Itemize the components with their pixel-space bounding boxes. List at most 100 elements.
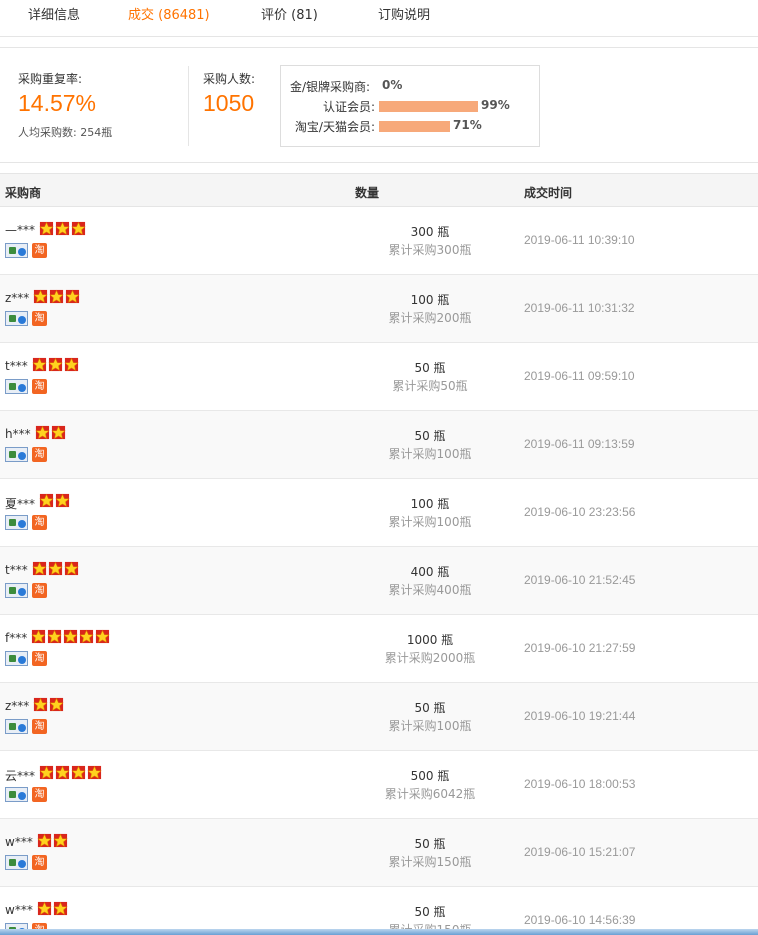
taobao-badge-icon[interactable]: 淘: [32, 583, 47, 598]
taobao-badge-icon[interactable]: 淘: [32, 719, 47, 734]
taobao-badge-icon[interactable]: 淘: [32, 379, 47, 394]
avg-purchase: 人均采购数: 254瓶: [18, 126, 113, 139]
buyer-name[interactable]: 夏***: [5, 495, 35, 512]
window-bottom-bar: [0, 929, 758, 935]
verified-id-icon[interactable]: [5, 311, 28, 326]
member-bar: [379, 101, 478, 112]
member-bar: [379, 121, 450, 132]
member-label: 淘宝/天猫会员:: [294, 120, 375, 134]
transaction-time: 2019-06-11 10:39:10: [524, 233, 635, 247]
member-label: 认证会员:: [322, 100, 375, 114]
cumulative-quantity: 累计采购6042瓶: [384, 787, 476, 801]
repeat-rate-value: 14.57%: [18, 90, 97, 116]
buyer-name[interactable]: z***: [5, 699, 29, 713]
buyer-rating: [39, 493, 70, 508]
tab-reviews[interactable]: 评价 (81): [261, 4, 318, 23]
buyer-name[interactable]: z***: [5, 291, 29, 305]
verified-id-icon[interactable]: [5, 447, 28, 462]
buyer-name[interactable]: t***: [5, 359, 28, 373]
star-icon: [49, 697, 64, 712]
verified-id-icon[interactable]: [5, 787, 28, 802]
star-icon: [47, 629, 62, 644]
taobao-badge-icon[interactable]: 淘: [32, 311, 47, 326]
quantity: 300 瓶: [410, 225, 450, 239]
repeat-rate-label: 采购重复率:: [18, 72, 83, 86]
buyer-badges: 淘: [5, 515, 47, 530]
star-icon: [37, 833, 52, 848]
star-icon: [55, 221, 70, 236]
buyer-name[interactable]: h***: [5, 427, 31, 441]
header-qty: 数量: [355, 186, 380, 200]
star-icon: [39, 221, 54, 236]
buyer-name[interactable]: 云***: [5, 767, 35, 784]
verified-id-icon[interactable]: [5, 515, 28, 530]
table-row: w***淘50 瓶累计采购150瓶2019-06-10 14:56:39: [0, 887, 758, 929]
verified-id-icon[interactable]: [5, 379, 28, 394]
member-pct: 71%: [453, 118, 482, 132]
table-row: f*** 淘 1000 瓶累计采购2000瓶 2019-06-10 21:27:59: [0, 615, 758, 683]
taobao-badge-icon[interactable]: 淘: [32, 515, 47, 530]
star-icon: [33, 289, 48, 304]
table-row: —*** 淘 300 瓶累计采购300瓶 2019-06-11 10:39:10: [0, 207, 758, 275]
member-pct: 99%: [481, 98, 510, 112]
buyer-name[interactable]: w***: [5, 835, 33, 849]
quantity: 100 瓶: [410, 497, 450, 511]
quantity: 50 瓶: [414, 905, 446, 919]
buyer-name[interactable]: —***: [5, 223, 35, 237]
star-icon: [63, 629, 78, 644]
quantity: 400 瓶: [410, 565, 450, 579]
verified-id-icon[interactable]: [5, 583, 28, 598]
taobao-badge-icon[interactable]: 淘: [32, 787, 47, 802]
quantity: 100 瓶: [410, 293, 450, 307]
taobao-badge-icon[interactable]: 淘: [32, 855, 47, 870]
quantity: 500 瓶: [410, 769, 450, 783]
tab-order-instructions[interactable]: 订购说明: [378, 4, 430, 23]
buyer-badges: 淘: [5, 651, 47, 666]
transaction-time: 2019-06-10 14:56:39: [524, 913, 636, 927]
member-pct: 0%: [382, 78, 403, 92]
star-icon: [55, 765, 70, 780]
verified-id-icon[interactable]: [5, 651, 28, 666]
transaction-time: 2019-06-10 21:52:45: [524, 573, 636, 587]
buyer-name[interactable]: w***: [5, 903, 33, 917]
star-icon: [55, 493, 70, 508]
buyer-rating: [37, 901, 68, 916]
star-icon: [33, 697, 48, 712]
table-row: t*** 淘 50 瓶累计采购50瓶 2019-06-11 09:59:10: [0, 343, 758, 411]
cumulative-quantity: 累计采购2000瓶: [384, 651, 476, 665]
quantity: 50 瓶: [414, 361, 446, 375]
buyer-badges: 淘: [5, 379, 47, 394]
quantity: 1000 瓶: [406, 633, 454, 647]
purchase-stats: 采购重复率: 14.57% 人均采购数: 254瓶 采购人数: 1050 金/银…: [0, 47, 758, 163]
verified-id-icon[interactable]: [5, 243, 28, 258]
verified-id-icon[interactable]: [5, 855, 28, 870]
buyer-name[interactable]: f***: [5, 631, 27, 645]
table-row: z*** 淘 50 瓶累计采购100瓶 2019-06-10 19:21:44: [0, 683, 758, 751]
cumulative-quantity: 累计采购200瓶: [388, 311, 472, 325]
buyer-rating: [32, 357, 79, 372]
buyer-badges: 淘: [5, 719, 47, 734]
member-label: 金/银牌采购商:: [290, 80, 371, 94]
star-icon: [31, 629, 46, 644]
header-time: 成交时间: [524, 186, 573, 200]
header-buyer: 采购商: [5, 186, 42, 200]
tab-details[interactable]: 详细信息: [28, 4, 80, 23]
buyer-name[interactable]: t***: [5, 563, 28, 577]
buyer-badges: 淘: [5, 855, 47, 870]
transaction-list: —*** 淘 300 瓶累计采购300瓶 2019-06-11 10:39:10 z**…: [0, 207, 758, 929]
taobao-badge-icon[interactable]: 淘: [32, 243, 47, 258]
transaction-time: 2019-06-10 18:00:53: [524, 777, 636, 791]
buyer-count-value: 1050: [203, 90, 255, 116]
star-icon: [35, 425, 50, 440]
buyer-rating: [32, 561, 79, 576]
cumulative-quantity: 累计采购300瓶: [388, 243, 472, 257]
tab-transactions[interactable]: 成交 (86481): [128, 4, 210, 23]
taobao-badge-icon[interactable]: 淘: [32, 447, 47, 462]
buyer-rating: [33, 697, 64, 712]
buyer-rating: [31, 629, 110, 644]
table-header: 采购商 数量 成交时间: [0, 173, 758, 207]
cumulative-quantity: 累计采购100瓶: [388, 515, 472, 529]
taobao-badge-icon[interactable]: 淘: [32, 651, 47, 666]
verified-id-icon[interactable]: [5, 719, 28, 734]
cumulative-quantity: 累计采购100瓶: [388, 719, 472, 733]
